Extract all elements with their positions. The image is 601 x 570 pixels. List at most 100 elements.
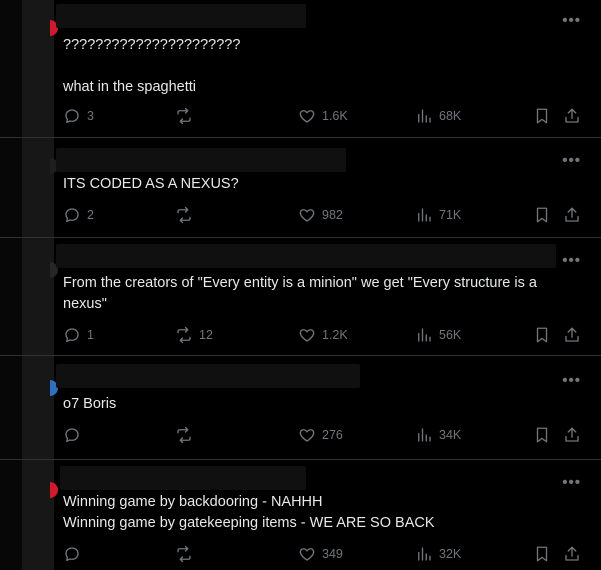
more-dots-icon[interactable]: ••• bbox=[562, 373, 581, 388]
share-icon bbox=[565, 327, 579, 342]
like-button[interactable]: 982 bbox=[298, 206, 343, 224]
bookmark-icon bbox=[536, 427, 548, 443]
reply-icon bbox=[65, 428, 79, 443]
repost-icon bbox=[177, 545, 191, 563]
heart-icon bbox=[299, 548, 315, 561]
reply-count: 3 bbox=[87, 109, 94, 123]
post-text: ITS CODED AS A NEXUS? bbox=[63, 176, 239, 192]
reply-button[interactable]: 1 bbox=[63, 326, 94, 344]
redacted-author-header bbox=[56, 244, 556, 268]
repost-button[interactable] bbox=[175, 426, 199, 444]
heart-icon bbox=[299, 429, 315, 442]
like-button[interactable]: 1.6K bbox=[298, 107, 348, 125]
repost-icon bbox=[177, 326, 191, 344]
redacted-author-header bbox=[56, 364, 360, 388]
like-button[interactable]: 276 bbox=[298, 426, 343, 444]
views-chart-icon bbox=[418, 547, 431, 561]
share-button[interactable] bbox=[563, 107, 581, 125]
bookmark-icon bbox=[536, 327, 548, 343]
view-count: 68K bbox=[439, 109, 462, 123]
heart-icon bbox=[299, 329, 315, 342]
redacted-author-header bbox=[56, 148, 346, 172]
repost-icon bbox=[177, 426, 191, 444]
views-button[interactable]: 71K bbox=[415, 206, 461, 224]
post-5[interactable]: ••• Winning game by backdooring - NAHHH … bbox=[0, 460, 601, 570]
views-chart-icon bbox=[418, 208, 431, 222]
share-button[interactable] bbox=[563, 545, 581, 563]
share-button[interactable] bbox=[563, 426, 581, 444]
redacted-author-header bbox=[56, 4, 306, 28]
post-actions: 3 1.6K 68K bbox=[63, 107, 585, 127]
post-3[interactable]: ••• From the creators of "Every entity i… bbox=[0, 238, 601, 356]
views-button[interactable]: 68K bbox=[415, 107, 461, 125]
bookmark-icon bbox=[536, 108, 548, 124]
share-icon bbox=[565, 207, 579, 222]
share-icon bbox=[565, 546, 579, 561]
reply-count: 1 bbox=[87, 328, 94, 342]
repost-count: 12 bbox=[199, 328, 213, 342]
more-dots-icon[interactable]: ••• bbox=[562, 13, 581, 28]
bookmark-button[interactable] bbox=[533, 107, 551, 125]
post-2[interactable]: ••• ITS CODED AS A NEXUS? 2 982 71K bbox=[0, 138, 601, 238]
bookmark-icon bbox=[536, 546, 548, 562]
repost-button[interactable]: 12 bbox=[175, 326, 213, 344]
post-actions: 2 982 71K bbox=[63, 206, 585, 226]
reply-button[interactable] bbox=[63, 545, 87, 563]
reply-button[interactable]: 3 bbox=[63, 107, 94, 125]
view-count: 34K bbox=[439, 428, 462, 442]
share-icon bbox=[565, 108, 579, 123]
views-button[interactable]: 56K bbox=[415, 326, 461, 344]
redacted-author-header bbox=[60, 466, 306, 490]
bookmark-icon bbox=[536, 207, 548, 223]
avatar[interactable] bbox=[50, 482, 58, 498]
reply-icon bbox=[65, 547, 79, 562]
heart-icon bbox=[299, 209, 315, 222]
reply-icon bbox=[65, 109, 79, 124]
reply-icon bbox=[65, 328, 79, 343]
share-button[interactable] bbox=[563, 206, 581, 224]
post-actions: 349 32K bbox=[63, 545, 585, 565]
bookmark-button[interactable] bbox=[533, 206, 551, 224]
like-count: 1.2K bbox=[322, 328, 348, 342]
view-count: 71K bbox=[439, 208, 462, 222]
post-actions: 1 12 1.2K 56K bbox=[63, 326, 585, 346]
like-button[interactable]: 349 bbox=[298, 545, 343, 563]
views-chart-icon bbox=[418, 328, 431, 342]
post-text: Winning game by backdooring - NAHHH Winn… bbox=[63, 494, 435, 531]
repost-button[interactable] bbox=[175, 206, 199, 224]
like-count: 349 bbox=[322, 547, 343, 561]
post-actions: 276 34K bbox=[63, 426, 585, 446]
views-chart-icon bbox=[418, 428, 431, 442]
repost-button[interactable] bbox=[175, 107, 199, 125]
post-text: ?????????????????????? what in the spagh… bbox=[63, 37, 241, 95]
post-text: o7 Boris bbox=[63, 396, 117, 412]
repost-button[interactable] bbox=[175, 545, 199, 563]
heart-icon bbox=[299, 110, 315, 123]
post-4[interactable]: ••• o7 Boris 276 34K bbox=[0, 356, 601, 460]
reply-count: 2 bbox=[87, 208, 94, 222]
views-button[interactable]: 34K bbox=[415, 426, 461, 444]
post-text: From the creators of "Every entity is a … bbox=[63, 275, 537, 312]
views-button[interactable]: 32K bbox=[415, 545, 461, 563]
like-button[interactable]: 1.2K bbox=[298, 326, 348, 344]
like-count: 1.6K bbox=[322, 109, 348, 123]
repost-icon bbox=[177, 206, 191, 224]
share-icon bbox=[565, 427, 579, 442]
reply-button[interactable] bbox=[63, 426, 87, 444]
more-dots-icon[interactable]: ••• bbox=[562, 253, 581, 268]
reply-icon bbox=[65, 208, 79, 223]
bookmark-button[interactable] bbox=[533, 426, 551, 444]
post-1[interactable]: ••• ?????????????????????? what in the s… bbox=[0, 0, 601, 138]
reply-button[interactable]: 2 bbox=[63, 206, 94, 224]
view-count: 32K bbox=[439, 547, 462, 561]
repost-icon bbox=[177, 107, 191, 125]
share-button[interactable] bbox=[563, 326, 581, 344]
like-count: 276 bbox=[322, 428, 343, 442]
view-count: 56K bbox=[439, 328, 462, 342]
more-dots-icon[interactable]: ••• bbox=[562, 475, 581, 490]
more-dots-icon[interactable]: ••• bbox=[562, 153, 581, 168]
bookmark-button[interactable] bbox=[533, 545, 551, 563]
views-chart-icon bbox=[418, 109, 431, 123]
like-count: 982 bbox=[322, 208, 343, 222]
bookmark-button[interactable] bbox=[533, 326, 551, 344]
